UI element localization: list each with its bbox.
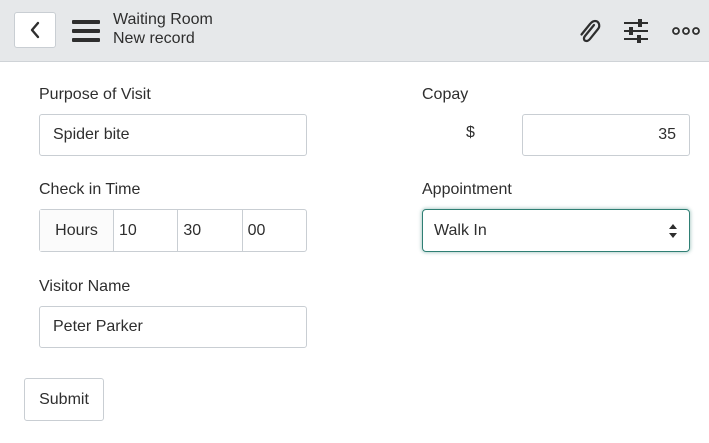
seconds-input[interactable]: 00 <box>243 210 306 251</box>
visitor-name-input[interactable]: Peter Parker <box>39 306 307 348</box>
checkin-label: Check in Time <box>39 181 141 198</box>
chevron-left-icon <box>30 21 40 39</box>
copay-input[interactable]: 35 <box>522 114 690 156</box>
appointment-label: Appointment <box>422 181 512 198</box>
purpose-label: Purpose of Visit <box>39 86 151 103</box>
paperclip-icon[interactable] <box>574 16 604 46</box>
submit-button[interactable]: Submit <box>24 378 104 421</box>
purpose-input[interactable]: Spider bite <box>39 114 307 156</box>
more-icon[interactable] <box>671 16 701 46</box>
appointment-value: Walk In <box>434 221 487 239</box>
minutes-input[interactable]: 30 <box>178 210 243 251</box>
appointment-select[interactable]: Walk In <box>422 209 690 252</box>
hamburger-menu-icon[interactable] <box>72 20 100 42</box>
page-title: Waiting Room New record <box>113 10 213 48</box>
checkin-time-group: Hours 10 30 00 <box>39 209 307 252</box>
hours-input[interactable]: 10 <box>114 210 179 251</box>
visitor-label: Visitor Name <box>39 278 131 295</box>
header-subtitle: New record <box>113 30 195 47</box>
currency-symbol: $ <box>466 124 475 141</box>
sliders-icon[interactable] <box>621 16 651 46</box>
header-title: Waiting Room <box>113 11 213 28</box>
hours-addon: Hours <box>40 210 114 251</box>
copay-label: Copay <box>422 86 469 103</box>
header-bar: Waiting Room New record <box>0 0 709 62</box>
select-arrows-icon <box>669 223 677 238</box>
back-button[interactable] <box>14 12 56 48</box>
